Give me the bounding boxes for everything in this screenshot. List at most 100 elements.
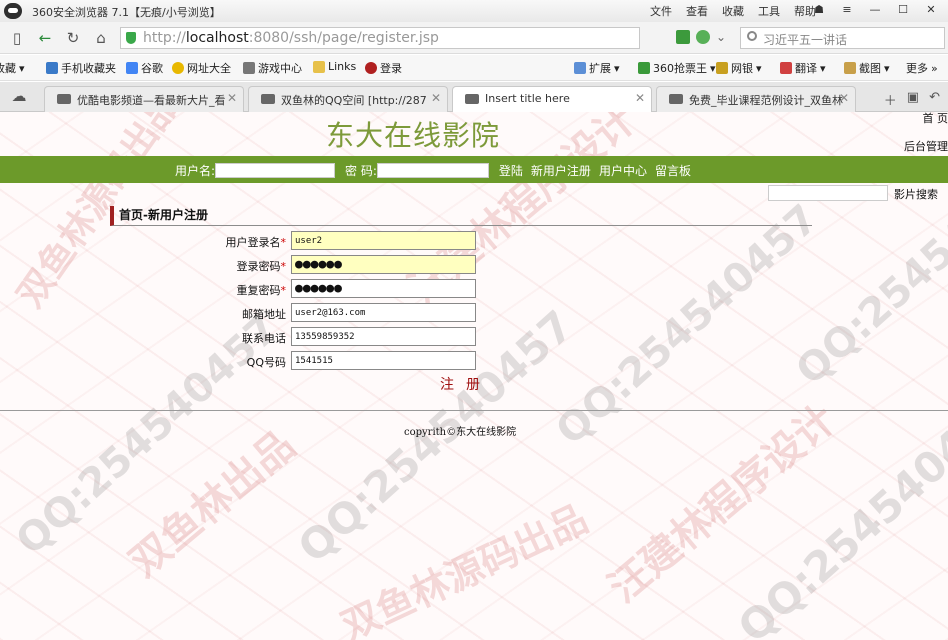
page-icon (57, 94, 71, 104)
watermark: 双鱼林出品 (121, 422, 304, 586)
bookmark-hao[interactable]: 网址大全 (172, 60, 231, 76)
ticket-button[interactable]: 360抢票王 ▾ (638, 60, 716, 76)
ticket-icon (638, 62, 650, 74)
search-icon (747, 31, 757, 41)
tab-youku[interactable]: 优酷电影频道—看最新大片_看 ✕ (44, 86, 244, 112)
reg-password-field[interactable] (291, 255, 476, 274)
gamepad-icon (243, 62, 255, 74)
bookmark-login[interactable]: 登录 (365, 60, 402, 76)
bank-button[interactable]: 网银 ▾ (716, 60, 762, 76)
menu-favorites[interactable]: 收藏 (722, 3, 744, 19)
refresh-icon[interactable]: ↻ (62, 28, 84, 48)
username-input[interactable] (215, 163, 336, 178)
username-field-label: 用户登录名 (225, 236, 281, 249)
minimize-icon[interactable]: — (862, 1, 888, 19)
url-host: localhost (185, 30, 249, 46)
menu-tools[interactable]: 工具 (758, 3, 780, 19)
menu-file[interactable]: 文件 (650, 3, 672, 19)
url-input[interactable]: http://localhost:8080/ssh/page/register.… (120, 27, 640, 49)
close-tab-icon[interactable]: ✕ (227, 91, 237, 105)
address-bar-row: ▯ ← ↻ ⌂ http://localhost:8080/ssh/page/r… (0, 22, 948, 54)
bookmark-google[interactable]: 谷歌 (126, 60, 163, 76)
page-icon (465, 94, 479, 104)
watermark: 双鱼林源码出品 (334, 496, 595, 640)
search-input[interactable]: 习近平五一讲话 (740, 27, 945, 49)
qq-label: QQ号码 (246, 356, 286, 369)
form-row-username: 用户登录名* (180, 231, 480, 251)
tab-course[interactable]: 免费_毕业课程范例设计_双鱼林 ✕ (656, 86, 856, 112)
bookmark-games[interactable]: 游戏中心 (243, 60, 302, 76)
form-row-qq: QQ号码 (180, 351, 480, 371)
password-label: 密 码: (345, 164, 377, 178)
required-mark: * (280, 260, 287, 273)
admin-link[interactable]: 后台管理 (900, 140, 948, 154)
more-button[interactable]: 更多» (906, 60, 938, 76)
site-nav-icon (172, 62, 184, 74)
confirm-password-field[interactable] (291, 279, 476, 298)
close-tab-icon[interactable]: ✕ (635, 91, 645, 105)
reg-username-field[interactable] (291, 231, 476, 250)
watermark: QQ:254540457 (728, 380, 948, 640)
skin-icon[interactable]: ☗ (806, 1, 832, 19)
home-link[interactable]: 首 页 (900, 112, 948, 126)
translate-button[interactable]: 翻译 ▾ (780, 60, 826, 76)
form-row-password: 登录密码* (180, 255, 480, 275)
register-link[interactable]: 新用户注册 (531, 162, 591, 179)
tab-strip: ☁ 优酷电影频道—看最新大片_看 ✕ 双鱼林的QQ空间 [http://287 … (0, 82, 948, 113)
close-tab-icon[interactable]: ✕ (839, 91, 849, 105)
close-icon[interactable]: ✕ (918, 1, 944, 19)
movie-search-button[interactable]: 影片搜索 (894, 186, 938, 202)
form-row-email: 邮箱地址 (180, 303, 480, 323)
phone-icon (46, 62, 58, 74)
maximize-icon[interactable]: ☐ (890, 1, 916, 19)
cloud-icon[interactable]: ☁ (8, 86, 30, 106)
password-field-label: 登录密码 (236, 260, 281, 273)
register-submit-button[interactable]: 注册 (440, 374, 492, 394)
phone-field[interactable] (291, 327, 476, 346)
menu-icon[interactable]: ≡ (834, 1, 860, 19)
form-row-confirm-password: 重复密码* (180, 279, 480, 299)
qr-code-icon[interactable] (676, 30, 690, 44)
nav-bar: 用户名: 密 码: 登陆 新用户注册 用户中心 留言板 (0, 156, 948, 183)
top-menu: 文件 查看 收藏 工具 帮助 (650, 3, 816, 19)
extension-icon (574, 62, 586, 74)
menu-view[interactable]: 查看 (686, 3, 708, 19)
new-tab-icon[interactable]: ＋ (884, 90, 897, 109)
page-viewport: QQ:254540457 QQ:254540457 QQ:254540457 Q… (0, 112, 948, 640)
bank-icon (716, 62, 728, 74)
browser-logo-icon (4, 3, 22, 19)
close-tab-icon[interactable]: ✕ (431, 91, 441, 105)
bookmark-mobile[interactable]: 手机收藏夹 (46, 60, 116, 76)
dropdown-chevron-icon[interactable]: ⌄ (716, 30, 730, 44)
security-shield-icon (126, 32, 136, 44)
home-icon[interactable]: ⌂ (90, 28, 112, 48)
footer-divider (0, 410, 948, 411)
tab-qzone[interactable]: 双鱼林的QQ空间 [http://287 ✕ (248, 86, 448, 112)
password-input[interactable] (376, 163, 489, 178)
required-mark: * (280, 236, 287, 249)
tab-list-icon[interactable]: ▣ (907, 90, 919, 109)
undo-close-icon[interactable]: ↶ (929, 90, 940, 109)
qq-field[interactable] (291, 351, 476, 370)
scissors-icon (844, 62, 856, 74)
screenshot-button[interactable]: 截图 ▾ (844, 60, 890, 76)
email-field[interactable] (291, 303, 476, 322)
site-title: 东大在线影院 (326, 119, 501, 152)
bookmark-favorites[interactable]: 收藏▾ (0, 60, 25, 76)
message-board-link[interactable]: 留言板 (655, 162, 691, 179)
extensions-button[interactable]: 扩展 ▾ (574, 60, 620, 76)
tab-tools: ＋ ▣ ↶ (884, 90, 940, 109)
bookmark-links[interactable]: Links (313, 60, 356, 73)
movie-search-input[interactable] (768, 185, 888, 201)
required-mark: * (280, 284, 287, 297)
translate-icon (780, 62, 792, 74)
speed-mode-icon[interactable] (696, 30, 710, 44)
user-center-link[interactable]: 用户中心 (599, 162, 647, 179)
folder-icon (313, 60, 325, 73)
breadcrumb: 首页-新用户注册 (110, 206, 812, 226)
window-title: 360安全浏览器 7.1【无痕/小号浏览】 (32, 6, 221, 19)
back-icon[interactable]: ← (34, 28, 56, 48)
login-link[interactable]: 登陆 (499, 162, 523, 179)
sidebar-icon[interactable]: ▯ (6, 28, 28, 48)
tab-current[interactable]: Insert title here ✕ (452, 86, 652, 113)
